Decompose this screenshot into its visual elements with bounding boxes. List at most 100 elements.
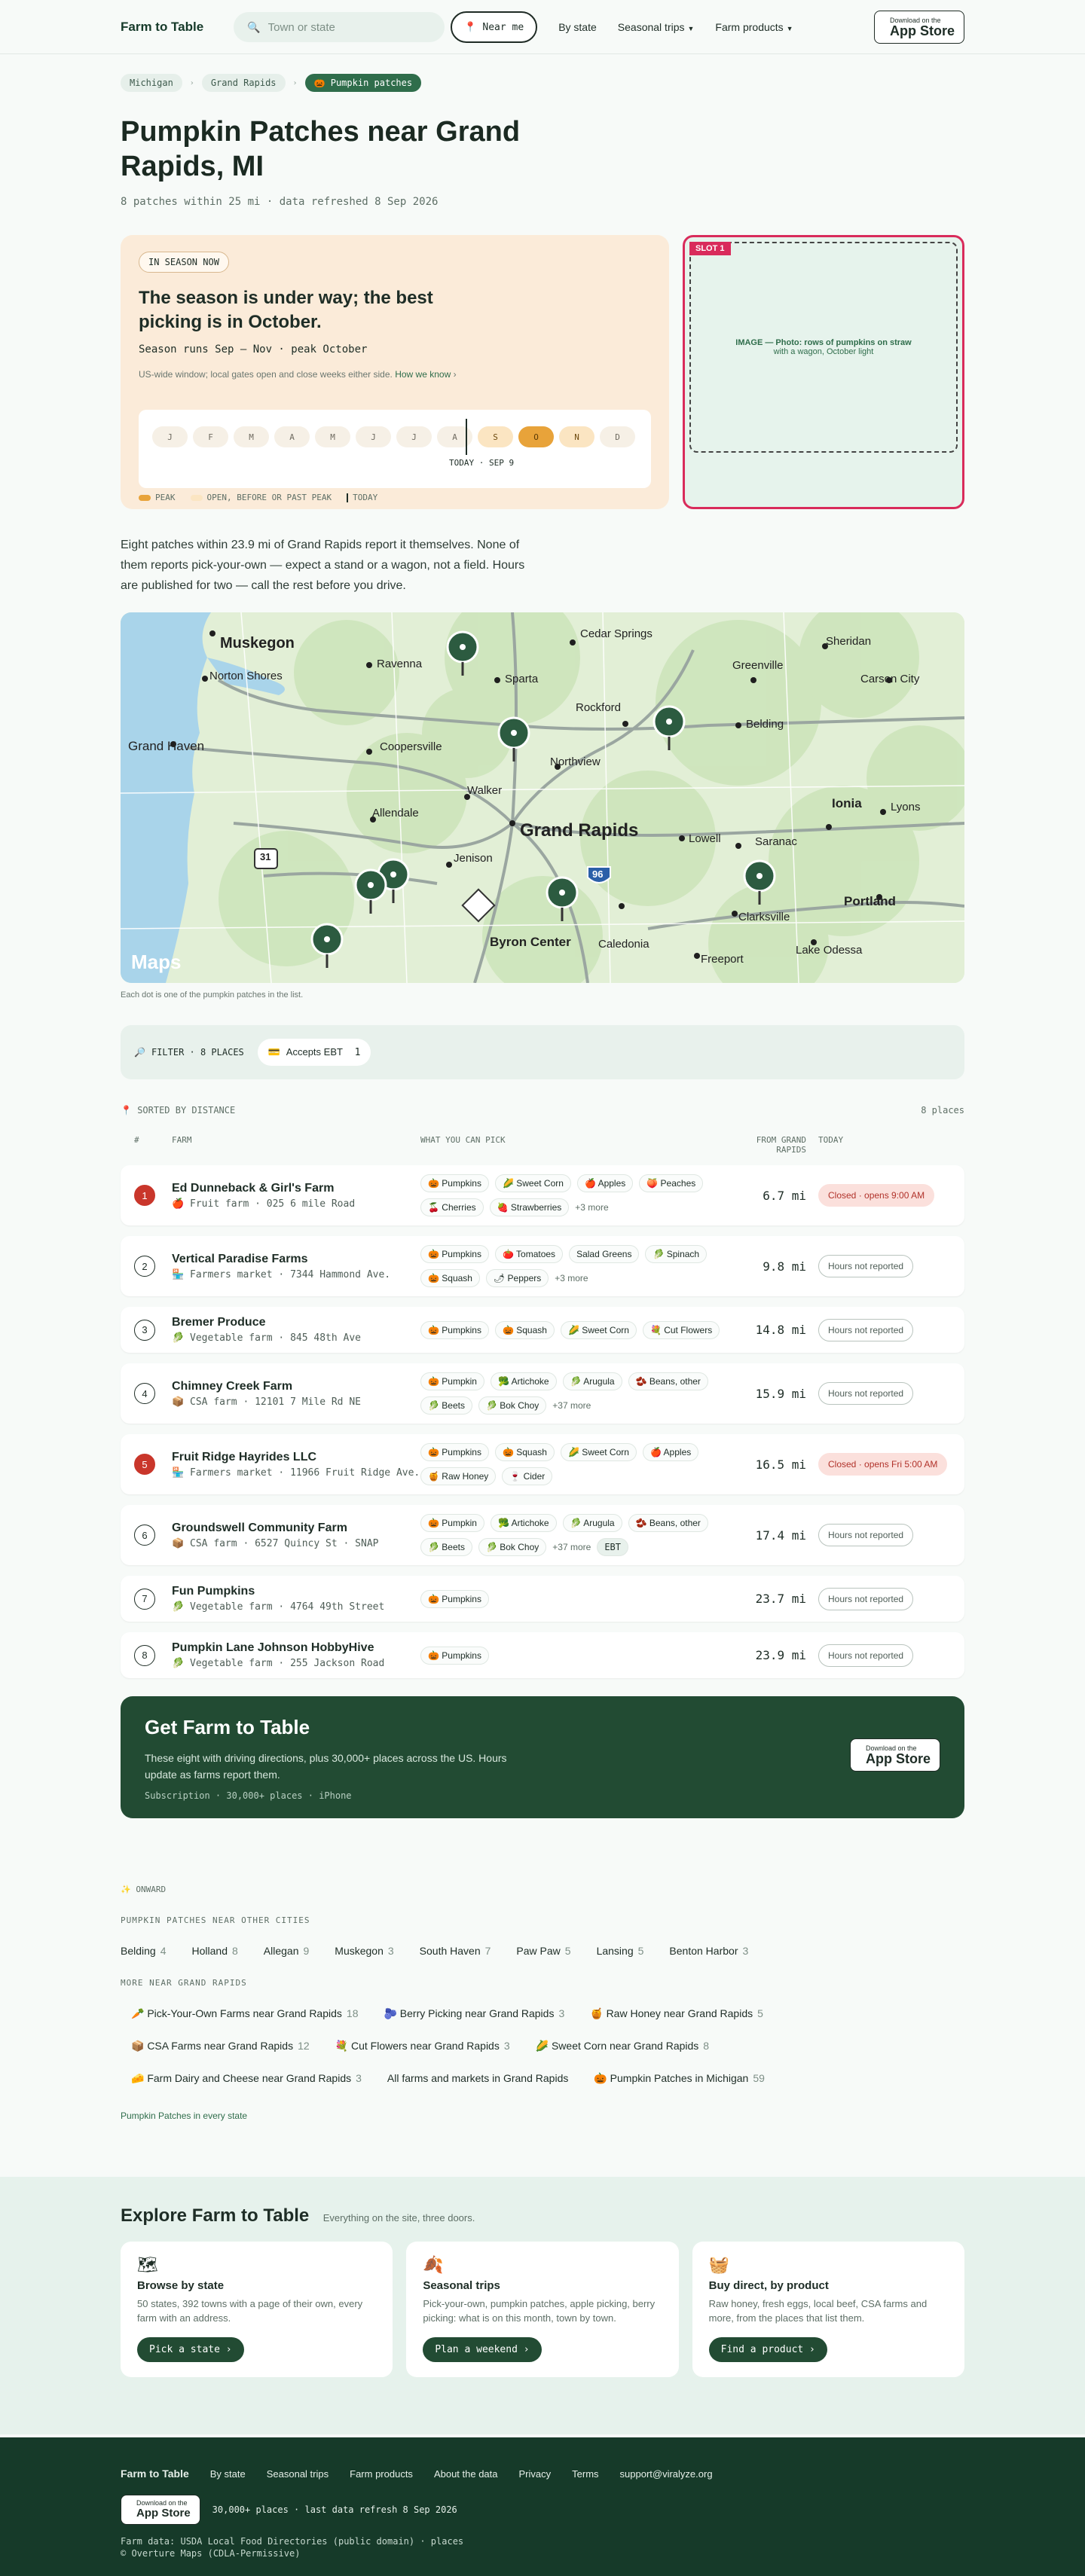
intro-text: Eight patches within 23.9 mi of Grand Ra… xyxy=(121,539,525,592)
filter-icon: 🔎 xyxy=(134,1047,145,1058)
city-link[interactable]: Allegan 9 xyxy=(264,1945,310,1957)
month-pill: J xyxy=(356,426,391,447)
sort-label[interactable]: 📍 SORTED BY DISTANCE xyxy=(121,1105,235,1116)
brand-logo[interactable]: Farm to Table xyxy=(121,20,203,35)
today-cell: Closed · opens Fri 5:00 AM xyxy=(818,1453,948,1476)
city-link[interactable]: Benton Harbor 3 xyxy=(669,1945,748,1957)
farm-subtitle: 🏪 Farmers market · 7344 Hammond Ave. xyxy=(172,1268,391,1280)
legend-today: TODAY xyxy=(347,493,377,502)
card-button[interactable]: Plan a weekend › xyxy=(423,2337,542,2362)
city-link[interactable]: South Haven 7 xyxy=(420,1945,491,1957)
hours-status-badge: Closed · opens Fri 5:00 AM xyxy=(818,1453,948,1476)
farm-name[interactable]: Pumpkin Lane Johnson HobbyHive xyxy=(172,1641,420,1655)
footer-link[interactable]: Privacy xyxy=(519,2468,552,2480)
related-count: 3 xyxy=(356,2072,362,2084)
card-button[interactable]: Pick a state › xyxy=(137,2337,244,2362)
footer-link[interactable]: About the data xyxy=(434,2468,498,2480)
app-store-badge[interactable]: Download on the App Store xyxy=(873,11,964,44)
breadcrumb-current: 🎃 Pumpkin patches xyxy=(304,74,422,92)
cta-meta: Subscription · 30,000+ places · iPhone xyxy=(145,1790,352,1801)
today-cell: Hours not reported xyxy=(818,1524,914,1546)
table-row[interactable]: 8 Pumpkin Lane Johnson HobbyHive 🥬 Vegetab… xyxy=(121,1632,964,1678)
nav-by-state[interactable]: By state xyxy=(558,21,597,33)
related-link[interactable]: 🌽 Sweet Corn near Grand Rapids 8 xyxy=(536,2040,709,2053)
table-row[interactable]: 2 Vertical Paradise Farms 🏪 Farmers market… xyxy=(121,1236,964,1296)
more-count: +3 more xyxy=(575,1202,609,1213)
city-link[interactable]: Paw Paw 5 xyxy=(516,1945,570,1957)
table-row[interactable]: 7 Fun Pumpkins 🥬 Vegetable farm · 4764 49t… xyxy=(121,1576,964,1622)
near-me-button[interactable]: 📍 Near me xyxy=(451,11,538,43)
table-row[interactable]: 3 Bremer Produce 🥬 Vegetable farm · 845 48… xyxy=(121,1307,964,1353)
city-link[interactable]: Lansing 5 xyxy=(597,1945,644,1957)
farm-name[interactable]: Vertical Paradise Farms xyxy=(172,1253,420,1266)
related-link[interactable]: 🎃 Pumpkin Patches in Michigan 59 xyxy=(594,2072,765,2085)
col-farm: FARM xyxy=(172,1135,192,1145)
related-label: 💐 Cut Flowers near Grand Rapids xyxy=(335,2040,500,2052)
footer-link[interactable]: support@viralyze.org xyxy=(620,2468,713,2480)
farm-name[interactable]: Chimney Creek Farm xyxy=(172,1380,420,1393)
city-count: 7 xyxy=(484,1945,491,1957)
related-link[interactable]: 🫐 Berry Picking near Grand Rapids 3 xyxy=(384,2007,564,2020)
farm-name[interactable]: Fun Pumpkins xyxy=(172,1585,420,1598)
farm-subtitle: 🏪 Farmers market · 11966 Fruit Ridge Ave… xyxy=(172,1467,420,1479)
card-button[interactable]: Find a product › xyxy=(708,2337,827,2362)
city-count: 3 xyxy=(742,1945,749,1957)
ebt-count: 1 xyxy=(354,1047,361,1058)
today-cell: Hours not reported xyxy=(818,1255,914,1277)
map-label: Cedar Springs xyxy=(580,627,653,640)
farm-name[interactable]: Groundswell Community Farm xyxy=(172,1521,420,1535)
related-link[interactable]: 🧀 Farm Dairy and Cheese near Grand Rapid… xyxy=(131,2072,362,2085)
related-link[interactable]: 📦 CSA Farms near Grand Rapids 12 xyxy=(131,2040,310,2053)
footer-data-line: Farm data: USDA Local Food Directories (… xyxy=(121,2536,464,2547)
footer-brand[interactable]: Farm to Table xyxy=(121,2468,189,2480)
pick-chip: 🎃 Squash xyxy=(494,1443,555,1461)
map[interactable]: Muskegon Norton Shores Ravenna Sparta Ce… xyxy=(121,612,964,983)
related-count: 3 xyxy=(503,2040,510,2052)
nav-seasonal-trips[interactable]: Seasonal trips ▼ xyxy=(618,21,695,33)
related-link[interactable]: 💐 Cut Flowers near Grand Rapids 3 xyxy=(335,2040,510,2053)
farm-name[interactable]: Bremer Produce xyxy=(172,1316,420,1329)
pick-chip: 🍎 Apples xyxy=(642,1443,699,1461)
map-label: Greenville xyxy=(732,659,784,672)
table-row[interactable]: 1 Ed Dunneback & Girl's Farm 🍎 Fruit farm … xyxy=(121,1165,964,1225)
city-count: 8 xyxy=(231,1945,238,1957)
more-count: +37 more xyxy=(552,1400,591,1411)
footer-link[interactable]: Farm products xyxy=(350,2468,413,2480)
city-link[interactable]: Belding 4 xyxy=(121,1945,167,1957)
table-row[interactable]: 5 Fruit Ridge Hayrides LLC 🏪 Farmers marke… xyxy=(121,1434,964,1494)
col-number: # xyxy=(134,1135,139,1145)
map-label: Lyons xyxy=(891,801,921,813)
farm-info: Pumpkin Lane Johnson HobbyHive 🥬 Vegetabl… xyxy=(172,1641,420,1669)
search-input[interactable]: 🔍 Town or state xyxy=(234,12,445,42)
app-store-badge[interactable]: Download on the App Store xyxy=(849,1738,940,1772)
breadcrumb-michigan[interactable]: Michigan xyxy=(121,74,182,92)
farm-distance: 23.9 mi xyxy=(755,1648,806,1662)
month-list: JFMAMJJASOND xyxy=(152,426,637,447)
pick-list: 🎃 Pumpkin 🥦 Artichoke 🥬 Arugula 🫘 Beans, ot… xyxy=(420,1372,722,1415)
nav-farm-products[interactable]: Farm products ▼ xyxy=(715,21,793,33)
related-label: 🧀 Farm Dairy and Cheese near Grand Rapid… xyxy=(131,2072,352,2084)
footer-link[interactable]: Seasonal trips xyxy=(267,2468,329,2480)
row-number: 2 xyxy=(134,1256,155,1277)
city-link[interactable]: Muskegon 3 xyxy=(335,1945,393,1957)
footer-link[interactable]: By state xyxy=(210,2468,246,2480)
footer-link[interactable]: Terms xyxy=(572,2468,598,2480)
every-state-link[interactable]: Pumpkin Patches in every state xyxy=(121,2111,964,2121)
table-row[interactable]: 6 Groundswell Community Farm 📦 CSA farm · … xyxy=(121,1505,964,1565)
related-link[interactable]: 🍯 Raw Honey near Grand Rapids 5 xyxy=(590,2007,763,2020)
related-link[interactable]: All farms and markets in Grand Rapids xyxy=(387,2072,568,2085)
appstore-big-text: App Store xyxy=(865,1751,931,1766)
pick-chip: 🍓 Strawberries xyxy=(489,1198,570,1216)
app-store-badge[interactable]: Download on the App Store xyxy=(121,2495,200,2525)
table-row[interactable]: 4 Chimney Creek Farm 📦 CSA farm · 12101 7 … xyxy=(121,1363,964,1424)
farm-name[interactable]: Fruit Ridge Hayrides LLC xyxy=(172,1451,420,1464)
breadcrumb-grand-rapids[interactable]: Grand Rapids xyxy=(201,74,286,92)
ebt-filter-chip[interactable]: 💳 Accepts EBT 1 xyxy=(257,1039,371,1066)
city-name: South Haven xyxy=(419,1945,481,1957)
month-pill: F xyxy=(193,426,228,447)
farm-name[interactable]: Ed Dunneback & Girl's Farm xyxy=(172,1182,420,1195)
nav-seasonal-label: Seasonal trips xyxy=(617,21,685,33)
related-link[interactable]: 🥕 Pick-Your-Own Farms near Grand Rapids 1… xyxy=(131,2007,358,2020)
how-we-know-link[interactable]: How we know xyxy=(395,369,451,380)
city-link[interactable]: Holland 8 xyxy=(192,1945,238,1957)
